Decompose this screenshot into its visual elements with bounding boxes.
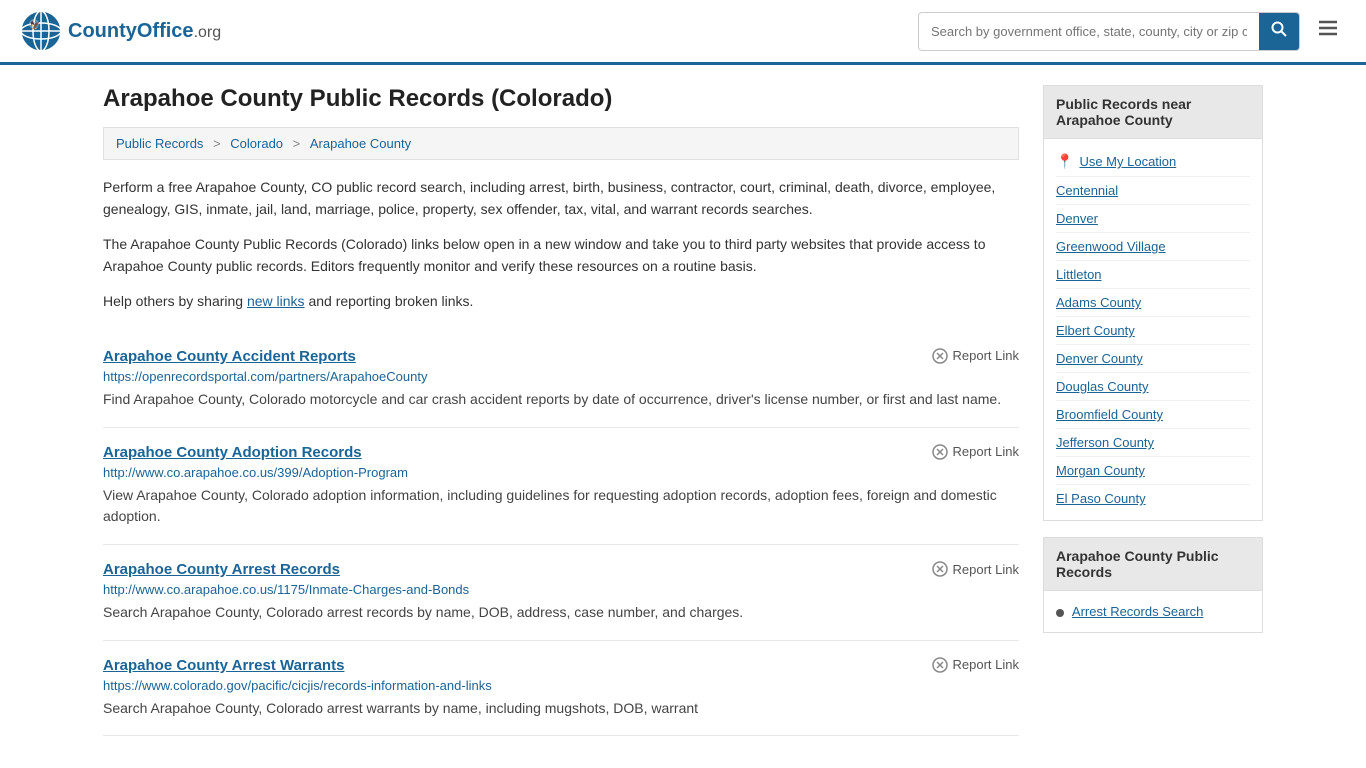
- header-right: [918, 10, 1346, 52]
- broomfield-county-link[interactable]: Broomfield County: [1056, 407, 1163, 422]
- record-title[interactable]: Arapahoe County Adoption Records: [103, 444, 362, 461]
- new-links-link[interactable]: new links: [247, 293, 305, 309]
- report-link-icon: [932, 657, 948, 673]
- sidebar: Public Records near Arapahoe County 📍 Us…: [1043, 85, 1263, 736]
- svg-text:🦅: 🦅: [30, 20, 40, 30]
- breadcrumb-public-records[interactable]: Public Records: [116, 136, 203, 151]
- sidebar-item-greenwood-village[interactable]: Greenwood Village: [1056, 233, 1250, 261]
- report-link-icon: [932, 561, 948, 577]
- elbert-county-link[interactable]: Elbert County: [1056, 323, 1135, 338]
- el-paso-county-link[interactable]: El Paso County: [1056, 491, 1146, 506]
- arrest-records-search-link[interactable]: Arrest Records Search: [1072, 604, 1204, 619]
- sidebar-item-jefferson-county[interactable]: Jefferson County: [1056, 429, 1250, 457]
- content-area: Arapahoe County Public Records (Colorado…: [103, 85, 1019, 736]
- report-link-button[interactable]: Report Link: [932, 444, 1019, 460]
- logo-area: 🦅 CountyOffice.org: [20, 10, 221, 52]
- greenwood-village-link[interactable]: Greenwood Village: [1056, 239, 1166, 254]
- denver-county-link[interactable]: Denver County: [1056, 351, 1143, 366]
- record-desc: Search Arapahoe County, Colorado arrest …: [103, 698, 1019, 720]
- record-header: Arapahoe County Accident Reports Report …: [103, 348, 1019, 365]
- logo-icon: 🦅: [20, 10, 62, 52]
- adams-county-link[interactable]: Adams County: [1056, 295, 1141, 310]
- record-header: Arapahoe County Adoption Records Report …: [103, 444, 1019, 461]
- records-list: Arapahoe County Accident Reports Report …: [103, 332, 1019, 736]
- douglas-county-link[interactable]: Douglas County: [1056, 379, 1149, 394]
- report-link-button[interactable]: Report Link: [932, 348, 1019, 364]
- breadcrumb-colorado[interactable]: Colorado: [230, 136, 283, 151]
- record-url[interactable]: https://www.colorado.gov/pacific/cicjis/…: [103, 678, 1019, 693]
- record-item: Arapahoe County Arrest Warrants Report L…: [103, 641, 1019, 737]
- report-link-button[interactable]: Report Link: [932, 561, 1019, 577]
- sidebar-item-elbert-county[interactable]: Elbert County: [1056, 317, 1250, 345]
- record-url[interactable]: http://www.co.arapahoe.co.us/399/Adoptio…: [103, 465, 1019, 480]
- hamburger-menu-icon[interactable]: [1310, 10, 1346, 52]
- sidebar-nearby-section: Public Records near Arapahoe County 📍 Us…: [1043, 85, 1263, 521]
- report-link-button[interactable]: Report Link: [932, 657, 1019, 673]
- search-icon: [1271, 21, 1287, 37]
- main-container: Arapahoe County Public Records (Colorado…: [83, 65, 1283, 756]
- centennial-link[interactable]: Centennial: [1056, 183, 1118, 198]
- record-url[interactable]: http://www.co.arapahoe.co.us/1175/Inmate…: [103, 582, 1019, 597]
- list-bullet-icon: [1056, 609, 1064, 617]
- record-item: Arapahoe County Accident Reports Report …: [103, 332, 1019, 428]
- header: 🦅 CountyOffice.org: [0, 0, 1366, 65]
- search-input[interactable]: [919, 16, 1259, 47]
- sidebar-item-broomfield-county[interactable]: Broomfield County: [1056, 401, 1250, 429]
- help-text: Help others by sharing new links and rep…: [103, 290, 1019, 312]
- intro-paragraph-1: Perform a free Arapahoe County, CO publi…: [103, 176, 1019, 221]
- sidebar-item-adams-county[interactable]: Adams County: [1056, 289, 1250, 317]
- report-link-icon: [932, 348, 948, 364]
- logo-text: CountyOffice.org: [68, 20, 221, 43]
- sidebar-nearby-header: Public Records near Arapahoe County: [1044, 86, 1262, 139]
- record-item: Arapahoe County Adoption Records Report …: [103, 428, 1019, 545]
- search-form: [918, 12, 1300, 51]
- record-desc: Search Arapahoe County, Colorado arrest …: [103, 602, 1019, 624]
- breadcrumb-arapahoe[interactable]: Arapahoe County: [310, 136, 411, 151]
- sidebar-records-body: Arrest Records Search: [1044, 591, 1262, 632]
- record-title[interactable]: Arapahoe County Arrest Records: [103, 561, 340, 578]
- page-title: Arapahoe County Public Records (Colorado…: [103, 85, 1019, 113]
- use-my-location-link[interactable]: Use My Location: [1079, 154, 1176, 169]
- breadcrumb-separator-1: >: [213, 136, 224, 151]
- sidebar-nearby-body: 📍 Use My Location Centennial Denver Gree…: [1044, 139, 1262, 520]
- breadcrumb: Public Records > Colorado > Arapahoe Cou…: [103, 127, 1019, 160]
- sidebar-item-denver-county[interactable]: Denver County: [1056, 345, 1250, 373]
- record-desc: View Arapahoe County, Colorado adoption …: [103, 485, 1019, 528]
- breadcrumb-separator-2: >: [293, 136, 304, 151]
- sidebar-use-my-location[interactable]: 📍 Use My Location: [1056, 147, 1250, 177]
- sidebar-item-denver[interactable]: Denver: [1056, 205, 1250, 233]
- report-link-icon: [932, 444, 948, 460]
- denver-link[interactable]: Denver: [1056, 211, 1098, 226]
- record-header: Arapahoe County Arrest Records Report Li…: [103, 561, 1019, 578]
- sidebar-item-littleton[interactable]: Littleton: [1056, 261, 1250, 289]
- sidebar-item-el-paso-county[interactable]: El Paso County: [1056, 485, 1250, 512]
- sidebar-arrest-records-search[interactable]: Arrest Records Search: [1056, 599, 1250, 624]
- record-item: Arapahoe County Arrest Records Report Li…: [103, 545, 1019, 641]
- sidebar-item-douglas-county[interactable]: Douglas County: [1056, 373, 1250, 401]
- record-title[interactable]: Arapahoe County Accident Reports: [103, 348, 356, 365]
- intro-paragraph-2: The Arapahoe County Public Records (Colo…: [103, 233, 1019, 278]
- littleton-link[interactable]: Littleton: [1056, 267, 1102, 282]
- morgan-county-link[interactable]: Morgan County: [1056, 463, 1145, 478]
- search-button[interactable]: [1259, 13, 1299, 50]
- record-url[interactable]: https://openrecordsportal.com/partners/A…: [103, 369, 1019, 384]
- record-desc: Find Arapahoe County, Colorado motorcycl…: [103, 389, 1019, 411]
- record-header: Arapahoe County Arrest Warrants Report L…: [103, 657, 1019, 674]
- record-title[interactable]: Arapahoe County Arrest Warrants: [103, 657, 344, 674]
- jefferson-county-link[interactable]: Jefferson County: [1056, 435, 1154, 450]
- sidebar-records-section: Arapahoe County Public Records Arrest Re…: [1043, 537, 1263, 633]
- sidebar-item-morgan-county[interactable]: Morgan County: [1056, 457, 1250, 485]
- location-pin-icon: 📍: [1056, 153, 1073, 170]
- sidebar-records-header: Arapahoe County Public Records: [1044, 538, 1262, 591]
- sidebar-item-centennial[interactable]: Centennial: [1056, 177, 1250, 205]
